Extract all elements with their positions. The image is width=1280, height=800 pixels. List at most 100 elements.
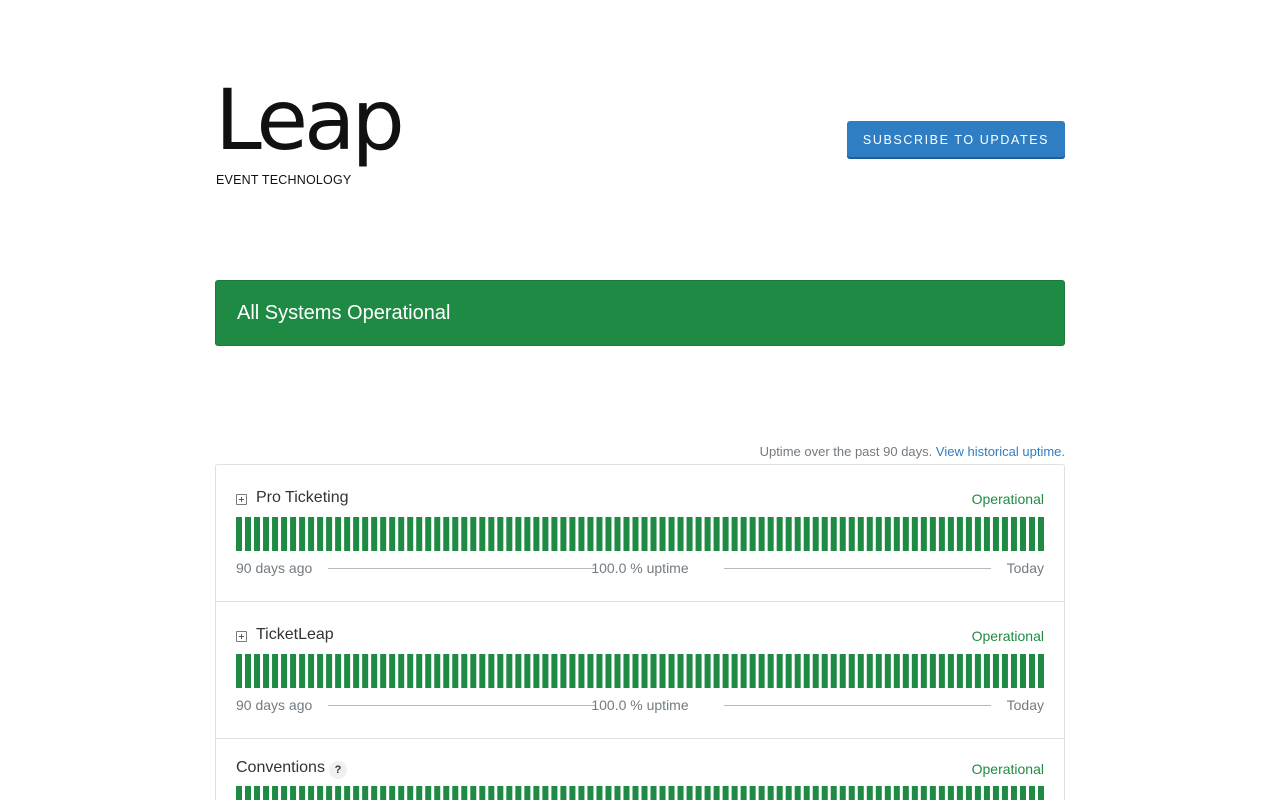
uptime-day-bar[interactable] [632,654,639,688]
uptime-day-bar[interactable] [353,517,360,551]
uptime-day-bar[interactable] [605,654,612,688]
uptime-day-bar[interactable] [668,654,675,688]
uptime-day-bar[interactable] [551,654,558,688]
uptime-day-bar[interactable] [812,517,819,551]
uptime-day-bar[interactable] [713,786,720,800]
uptime-day-bar[interactable] [236,517,243,551]
uptime-day-bar[interactable] [803,654,810,688]
uptime-day-bar[interactable] [947,654,954,688]
uptime-day-bar[interactable] [659,654,666,688]
uptime-day-bar[interactable] [578,786,585,800]
uptime-day-bar[interactable] [740,786,747,800]
uptime-day-bar[interactable] [956,786,963,800]
uptime-day-bar[interactable] [857,654,864,688]
uptime-day-bar[interactable] [578,654,585,688]
uptime-day-bar[interactable] [398,786,405,800]
uptime-day-bar[interactable] [839,517,846,551]
uptime-day-bar[interactable] [821,786,828,800]
uptime-day-bar[interactable] [596,786,603,800]
uptime-day-bar[interactable] [614,786,621,800]
uptime-day-bar[interactable] [515,517,522,551]
uptime-day-bar[interactable] [1028,654,1035,688]
uptime-day-bar[interactable] [767,786,774,800]
uptime-day-bar[interactable] [389,654,396,688]
uptime-day-bar[interactable] [344,517,351,551]
uptime-day-bar[interactable] [425,786,432,800]
uptime-day-bar[interactable] [857,517,864,551]
uptime-day-bar[interactable] [848,786,855,800]
uptime-day-bar[interactable] [506,654,513,688]
uptime-day-bar[interactable] [1028,517,1035,551]
uptime-day-bar[interactable] [983,654,990,688]
uptime-day-bar[interactable] [398,517,405,551]
uptime-day-bar[interactable] [731,517,738,551]
uptime-day-bar[interactable] [308,654,315,688]
uptime-day-bar[interactable] [1001,517,1008,551]
uptime-day-bar[interactable] [560,786,567,800]
uptime-day-bar[interactable] [542,654,549,688]
uptime-day-bar[interactable] [929,786,936,800]
uptime-day-bar[interactable] [650,786,657,800]
uptime-day-bar[interactable] [893,517,900,551]
uptime-day-bar[interactable] [722,517,729,551]
uptime-day-bar[interactable] [479,654,486,688]
uptime-day-bar[interactable] [524,654,531,688]
uptime-day-bar[interactable] [560,654,567,688]
uptime-day-bar[interactable] [848,654,855,688]
uptime-day-bar[interactable] [506,517,513,551]
uptime-day-bar[interactable] [380,654,387,688]
uptime-day-bar[interactable] [857,786,864,800]
uptime-day-bar[interactable] [767,517,774,551]
uptime-day-bar[interactable] [812,654,819,688]
uptime-day-bar[interactable] [362,517,369,551]
uptime-day-bar[interactable] [533,654,540,688]
uptime-day-bar[interactable] [659,786,666,800]
uptime-day-bar[interactable] [866,786,873,800]
uptime-day-bar[interactable] [1037,654,1044,688]
uptime-day-bar[interactable] [983,786,990,800]
uptime-day-bar[interactable] [236,786,243,800]
uptime-day-bar[interactable] [668,786,675,800]
uptime-day-bar[interactable] [1010,786,1017,800]
uptime-day-bar[interactable] [911,654,918,688]
uptime-day-bar[interactable] [272,517,279,551]
uptime-day-bar[interactable] [596,654,603,688]
uptime-day-bar[interactable] [740,654,747,688]
uptime-day-bar[interactable] [245,654,252,688]
uptime-day-bar[interactable] [236,654,243,688]
uptime-day-bar[interactable] [1010,517,1017,551]
uptime-day-bar[interactable] [911,517,918,551]
uptime-day-bar[interactable] [623,517,630,551]
uptime-day-bar[interactable] [623,654,630,688]
uptime-day-bar[interactable] [749,786,756,800]
uptime-day-bar[interactable] [272,786,279,800]
uptime-day-bar[interactable] [443,517,450,551]
uptime-day-bar[interactable] [848,517,855,551]
uptime-day-bar[interactable] [641,786,648,800]
uptime-day-bar[interactable] [992,786,999,800]
uptime-day-bar[interactable] [758,786,765,800]
uptime-day-bar[interactable] [416,786,423,800]
uptime-day-bar[interactable] [569,786,576,800]
uptime-day-bar[interactable] [551,786,558,800]
uptime-day-bar[interactable] [389,517,396,551]
uptime-day-bar[interactable] [371,654,378,688]
uptime-day-bar[interactable] [686,786,693,800]
uptime-day-bar[interactable] [803,786,810,800]
uptime-day-bar[interactable] [461,654,468,688]
uptime-day-bar[interactable] [407,517,414,551]
uptime-day-bar[interactable] [407,786,414,800]
uptime-day-bar[interactable] [731,786,738,800]
uptime-day-bar[interactable] [920,654,927,688]
uptime-day-bar[interactable] [272,654,279,688]
uptime-day-bar[interactable] [290,654,297,688]
uptime-day-bar[interactable] [470,786,477,800]
uptime-day-bar[interactable] [533,786,540,800]
uptime-day-bar[interactable] [497,786,504,800]
uptime-day-bar[interactable] [317,517,324,551]
uptime-day-bar[interactable] [1019,786,1026,800]
uptime-day-bar[interactable] [974,786,981,800]
uptime-day-bar[interactable] [722,654,729,688]
uptime-day-bar[interactable] [434,517,441,551]
uptime-day-bar[interactable] [299,786,306,800]
